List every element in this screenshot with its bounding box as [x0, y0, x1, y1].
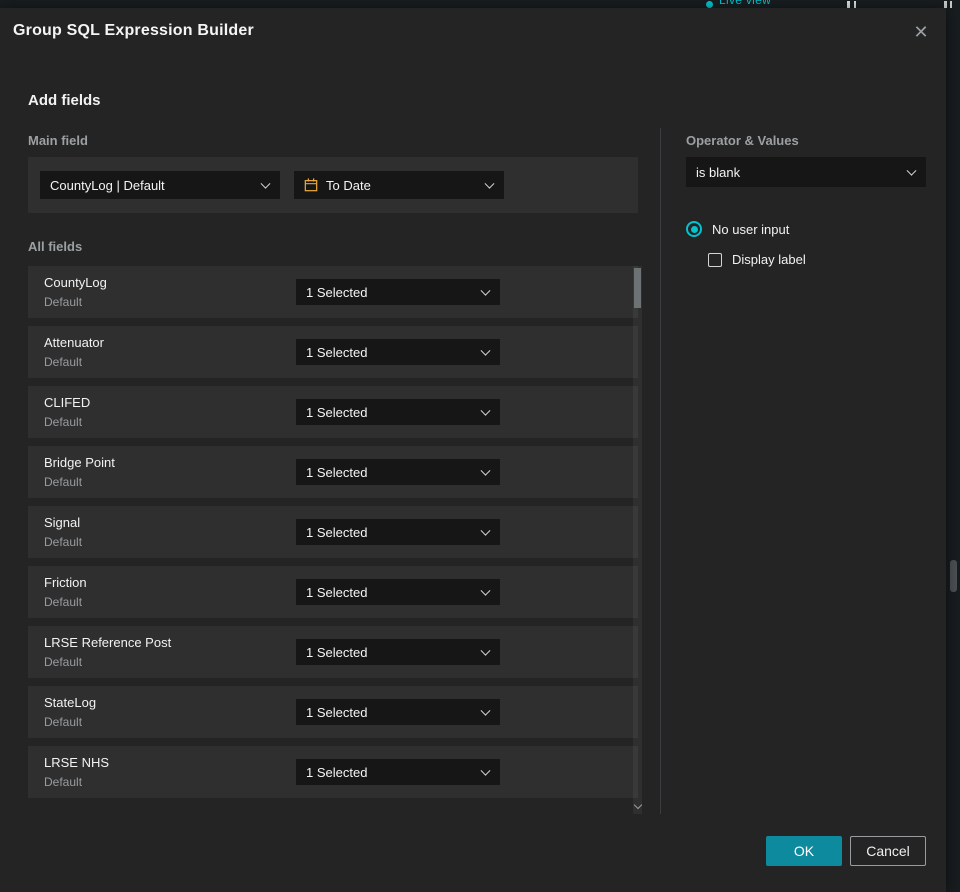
chevron-down-icon	[480, 465, 491, 476]
live-view-dot-icon	[706, 1, 713, 8]
column-divider	[660, 128, 661, 814]
field-subtitle: Default	[44, 355, 83, 369]
chevron-down-icon	[480, 585, 491, 596]
field-selected-dropdown[interactable]: 1 Selected	[296, 519, 500, 545]
chevron-down-icon	[480, 405, 491, 416]
display-label-checkbox[interactable]: Display label	[708, 252, 806, 267]
chevron-down-icon	[480, 705, 491, 716]
chevron-down-icon	[480, 645, 491, 656]
field-selected-dropdown-label: 1 Selected	[306, 524, 368, 540]
field-selected-dropdown-label: 1 Selected	[306, 404, 368, 420]
field-subtitle: Default	[44, 595, 83, 609]
display-label-label: Display label	[732, 252, 806, 267]
field-selected-dropdown[interactable]: 1 Selected	[296, 459, 500, 485]
date-field-dropdown-value: To Date	[326, 177, 371, 193]
app-top-strip: Live view	[0, 0, 960, 8]
field-selected-dropdown[interactable]: 1 Selected	[296, 639, 500, 665]
cancel-button[interactable]: Cancel	[850, 836, 926, 866]
field-subtitle: Default	[44, 655, 83, 669]
field-name: Attenuator	[44, 335, 104, 350]
radio-selected-icon	[686, 221, 702, 237]
field-selected-dropdown[interactable]: 1 Selected	[296, 339, 500, 365]
field-selected-dropdown[interactable]: 1 Selected	[296, 579, 500, 605]
chevron-down-icon	[480, 765, 491, 776]
field-selected-dropdown-label: 1 Selected	[306, 464, 368, 480]
operator-values-label: Operator & Values	[686, 133, 799, 148]
dialog-title: Group SQL Expression Builder	[13, 22, 254, 39]
screen: Live view Group SQL Expression Builder A…	[0, 0, 960, 892]
field-name: CountyLog	[44, 275, 107, 290]
window-controls-icon	[944, 0, 955, 8]
field-selected-dropdown-label: 1 Selected	[306, 284, 368, 300]
all-fields-list: CountyLog Default 1 Selected Attenuator …	[28, 266, 638, 798]
main-field-label: Main field	[28, 133, 88, 148]
pause-icon	[847, 0, 860, 8]
main-field-dropdown-value: CountyLog | Default	[50, 177, 165, 193]
chevron-down-icon	[480, 345, 491, 356]
all-fields-label: All fields	[28, 239, 83, 254]
field-subtitle: Default	[44, 715, 83, 729]
chevron-down-icon	[480, 285, 491, 296]
operator-dropdown[interactable]: is blank	[686, 157, 926, 187]
field-selected-dropdown-label: 1 Selected	[306, 344, 368, 360]
field-selected-dropdown-label: 1 Selected	[306, 764, 368, 780]
field-row: Bridge Point Default 1 Selected	[28, 446, 638, 498]
checkbox-unchecked-icon	[708, 252, 722, 267]
field-row: StateLog Default 1 Selected	[28, 686, 638, 738]
chevron-down-icon	[260, 178, 271, 189]
main-field-panel: CountyLog | Default To Date	[28, 157, 638, 213]
group-sql-expression-builder-dialog: Group SQL Expression Builder Add fields …	[0, 8, 946, 892]
field-selected-dropdown[interactable]: 1 Selected	[296, 279, 500, 305]
chevron-down-icon	[484, 178, 495, 189]
field-name: Bridge Point	[44, 455, 115, 470]
field-selected-dropdown[interactable]: 1 Selected	[296, 399, 500, 425]
operator-dropdown-value: is blank	[696, 164, 741, 180]
field-name: LRSE NHS	[44, 755, 110, 770]
scrollbar-thumb[interactable]	[634, 268, 641, 308]
field-selected-dropdown[interactable]: 1 Selected	[296, 759, 500, 785]
field-selected-dropdown-label: 1 Selected	[306, 584, 368, 600]
no-user-input-label: No user input	[712, 221, 790, 237]
field-row: CLIFED Default 1 Selected	[28, 386, 638, 438]
add-fields-heading: Add fields	[28, 92, 101, 109]
field-subtitle: Default	[44, 295, 83, 309]
field-subtitle: Default	[44, 475, 83, 489]
main-field-dropdown[interactable]: CountyLog | Default	[40, 171, 280, 199]
field-name: CLIFED	[44, 395, 91, 410]
field-row: LRSE NHS Default 1 Selected	[28, 746, 638, 798]
field-subtitle: Default	[44, 415, 83, 429]
field-row: Signal Default 1 Selected	[28, 506, 638, 558]
scroll-down-icon[interactable]	[634, 802, 641, 809]
field-selected-dropdown-label: 1 Selected	[306, 704, 368, 720]
field-row: Friction Default 1 Selected	[28, 566, 638, 618]
chevron-down-icon	[480, 525, 491, 536]
ok-button[interactable]: OK	[766, 836, 842, 866]
chevron-down-icon	[906, 165, 917, 176]
field-row: CountyLog Default 1 Selected	[28, 266, 638, 318]
list-scrollbar[interactable]	[633, 266, 642, 814]
no-user-input-radio[interactable]: No user input	[686, 221, 789, 237]
field-row: Attenuator Default 1 Selected	[28, 326, 638, 378]
app-scrollbar-thumb	[950, 560, 957, 592]
field-row: LRSE Reference Post Default 1 Selected	[28, 626, 638, 678]
field-name: StateLog	[44, 695, 97, 710]
field-name: Signal	[44, 515, 81, 530]
date-field-dropdown[interactable]: To Date	[294, 171, 504, 199]
calendar-icon	[304, 178, 318, 192]
live-view-label: Live view	[719, 0, 772, 7]
close-icon[interactable]	[909, 20, 933, 44]
field-subtitle: Default	[44, 535, 83, 549]
field-name: LRSE Reference Post	[44, 635, 172, 650]
field-subtitle: Default	[44, 775, 83, 789]
field-selected-dropdown[interactable]: 1 Selected	[296, 699, 500, 725]
field-selected-dropdown-label: 1 Selected	[306, 644, 368, 660]
field-name: Friction	[44, 575, 87, 590]
